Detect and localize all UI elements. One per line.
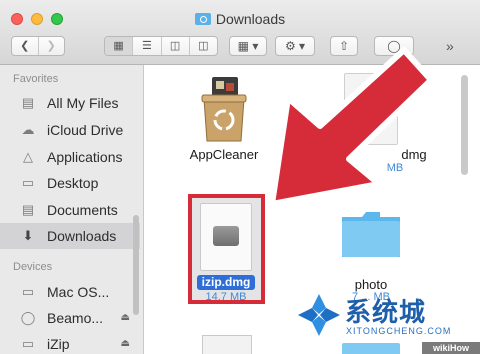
finder-window: Downloads ❮ ❯ ▦ ☰ ◫ ◫ ▦ ▾ ⚙ ▾ ⇧ ◯ » Favo… [0,0,480,354]
wikihow-badge: wikiHow [422,342,480,354]
watermark-url: XITONGCHENG.COM [346,326,452,336]
watermark-logo-icon [298,294,340,336]
watermark-chinese: 系统城 [345,297,427,327]
